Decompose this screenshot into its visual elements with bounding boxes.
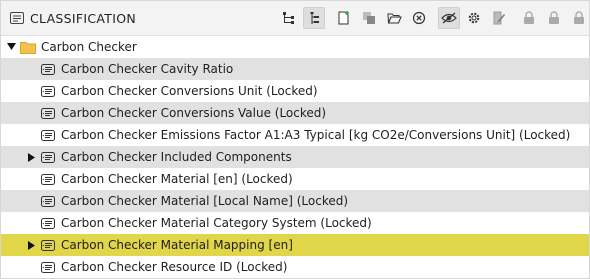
lock-icon-1[interactable] [518, 7, 540, 29]
open-folder-icon[interactable] [383, 7, 405, 29]
property-card-icon [40, 84, 56, 98]
tree-item-label: Carbon Checker Conversions Value (Locked… [61, 106, 327, 120]
lock-icon-2[interactable] [543, 7, 565, 29]
tree-list-icon[interactable] [303, 7, 325, 29]
property-card-icon [40, 106, 56, 120]
tree-item[interactable]: Carbon Checker Resource ID (Locked) [1, 256, 589, 278]
tree-item[interactable]: Carbon Checker Emissions Factor A1:A3 Ty… [1, 124, 589, 146]
tree-item-label: Carbon Checker Cavity Ratio [61, 62, 234, 76]
tree-item-label: Carbon Checker Material Category System … [61, 216, 372, 230]
tree-item[interactable]: Carbon Checker Material [en] (Locked) [1, 168, 589, 190]
tree-item[interactable]: Carbon Checker Cavity Ratio [1, 58, 589, 80]
collapsed-triangle-icon[interactable] [26, 152, 36, 162]
panel-title: CLASSIFICATION [30, 10, 136, 26]
classification-panel: CLASSIFICATION Carbon Checker Carbon Che… [0, 0, 590, 279]
tree-item-label: Carbon Checker Resource ID (Locked) [61, 260, 288, 274]
tree-item[interactable]: Carbon Checker Included Components [1, 146, 589, 168]
expanded-triangle-icon[interactable] [6, 42, 16, 52]
tree-item-label: Carbon Checker Included Components [61, 150, 292, 164]
remove-circle-icon[interactable] [408, 7, 430, 29]
folder-icon [20, 40, 36, 54]
edit-document-icon[interactable] [488, 7, 510, 29]
tree-item-label: Carbon Checker Emissions Factor A1:A3 Ty… [61, 128, 571, 142]
property-card-icon [40, 128, 56, 142]
tree-item-label: Carbon Checker Material [Local Name] (Lo… [61, 194, 349, 208]
tree-item-label: Carbon Checker Material [en] (Locked) [61, 172, 293, 186]
tree-root-label: Carbon Checker [41, 40, 137, 54]
tree-root-carbon-checker[interactable]: Carbon Checker [1, 36, 589, 58]
tree-item[interactable]: Carbon Checker Conversions Unit (Locked) [1, 80, 589, 102]
copy-squares-icon[interactable] [358, 7, 380, 29]
property-card-icon [40, 238, 56, 252]
tree-structure-icon[interactable] [278, 7, 300, 29]
tree-item-label: Carbon Checker Material Mapping [en] [61, 238, 293, 252]
property-card-icon [40, 260, 56, 274]
property-card-icon [40, 150, 56, 164]
property-card-icon [40, 172, 56, 186]
property-card-icon [40, 62, 56, 76]
property-card-icon [40, 216, 56, 230]
panel-toolbar [278, 7, 590, 29]
tree-item[interactable]: Carbon Checker Conversions Value (Locked… [1, 102, 589, 124]
new-document-icon[interactable] [333, 7, 355, 29]
gear-icon[interactable] [463, 7, 485, 29]
eye-visibility-icon[interactable] [438, 7, 460, 29]
list-card-icon [9, 10, 25, 26]
property-card-icon [40, 194, 56, 208]
classification-tree: Carbon Checker Carbon Checker Cavity Rat… [1, 36, 589, 278]
collapsed-triangle-icon[interactable] [26, 240, 36, 250]
tree-item-label: Carbon Checker Conversions Unit (Locked) [61, 84, 318, 98]
tree-item[interactable]: Carbon Checker Material Mapping [en] [1, 234, 589, 256]
tree-item[interactable]: Carbon Checker Material Category System … [1, 212, 589, 234]
tree-item[interactable]: Carbon Checker Material [Local Name] (Lo… [1, 190, 589, 212]
lock-icon-3[interactable] [568, 7, 590, 29]
